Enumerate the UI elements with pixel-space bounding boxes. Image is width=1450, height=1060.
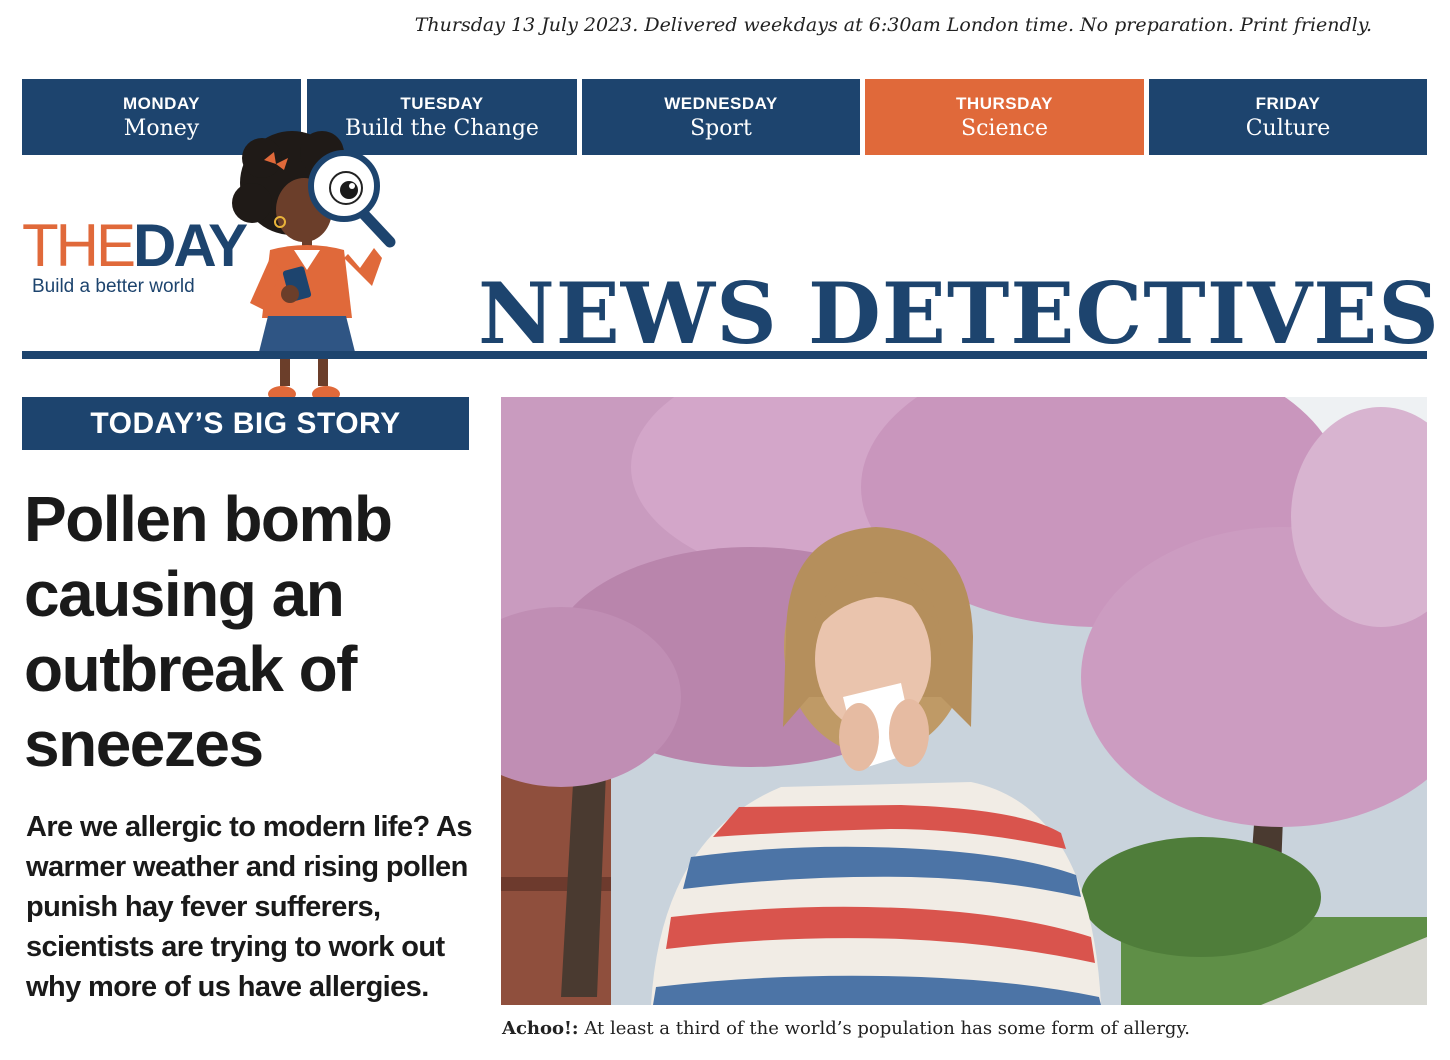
logo-the: THE	[22, 212, 136, 279]
dateline: Thursday 13 July 2023. Delivered weekday…	[414, 14, 1372, 36]
caption-text: At least a third of the world’s populati…	[584, 1018, 1190, 1039]
article-headline: Pollen bomb causing an outbreak of sneez…	[24, 483, 393, 780]
day-tab-label: MONDAY	[123, 94, 200, 113]
day-tab-label: THURSDAY	[956, 94, 1053, 113]
day-tab-topic: Culture	[1245, 116, 1331, 141]
photo-caption: Achoo!: At least a third of the world’s …	[502, 1018, 1190, 1039]
day-tab-friday[interactable]: FRIDAY Culture	[1149, 79, 1427, 155]
day-tab-topic: Sport	[690, 116, 752, 141]
day-tab-label: TUESDAY	[400, 94, 484, 113]
day-tab-topic: Science	[961, 116, 1048, 141]
article-standfirst: Are we allergic to modern life? As warme…	[26, 811, 472, 1003]
day-tab-thursday[interactable]: THURSDAY Science	[865, 79, 1144, 155]
caption-lead: Achoo!:	[502, 1018, 579, 1039]
article-photo	[501, 397, 1427, 1005]
logo-wordmark: THEDAY	[22, 216, 248, 276]
section-label: TODAY’S BIG STORY	[22, 397, 469, 450]
logo-tagline: Build a better world	[32, 276, 195, 297]
day-tab-label: WEDNESDAY	[664, 94, 778, 113]
day-tab-wednesday[interactable]: WEDNESDAY Sport	[582, 79, 860, 155]
detective-girl-icon	[232, 131, 396, 402]
day-tab-label: FRIDAY	[1255, 94, 1321, 113]
masthead-rule	[22, 351, 1427, 359]
masthead-title: NEWS DETECTIVES	[478, 264, 1440, 364]
theday-logo[interactable]: THEDAY Build a better world	[22, 216, 248, 298]
